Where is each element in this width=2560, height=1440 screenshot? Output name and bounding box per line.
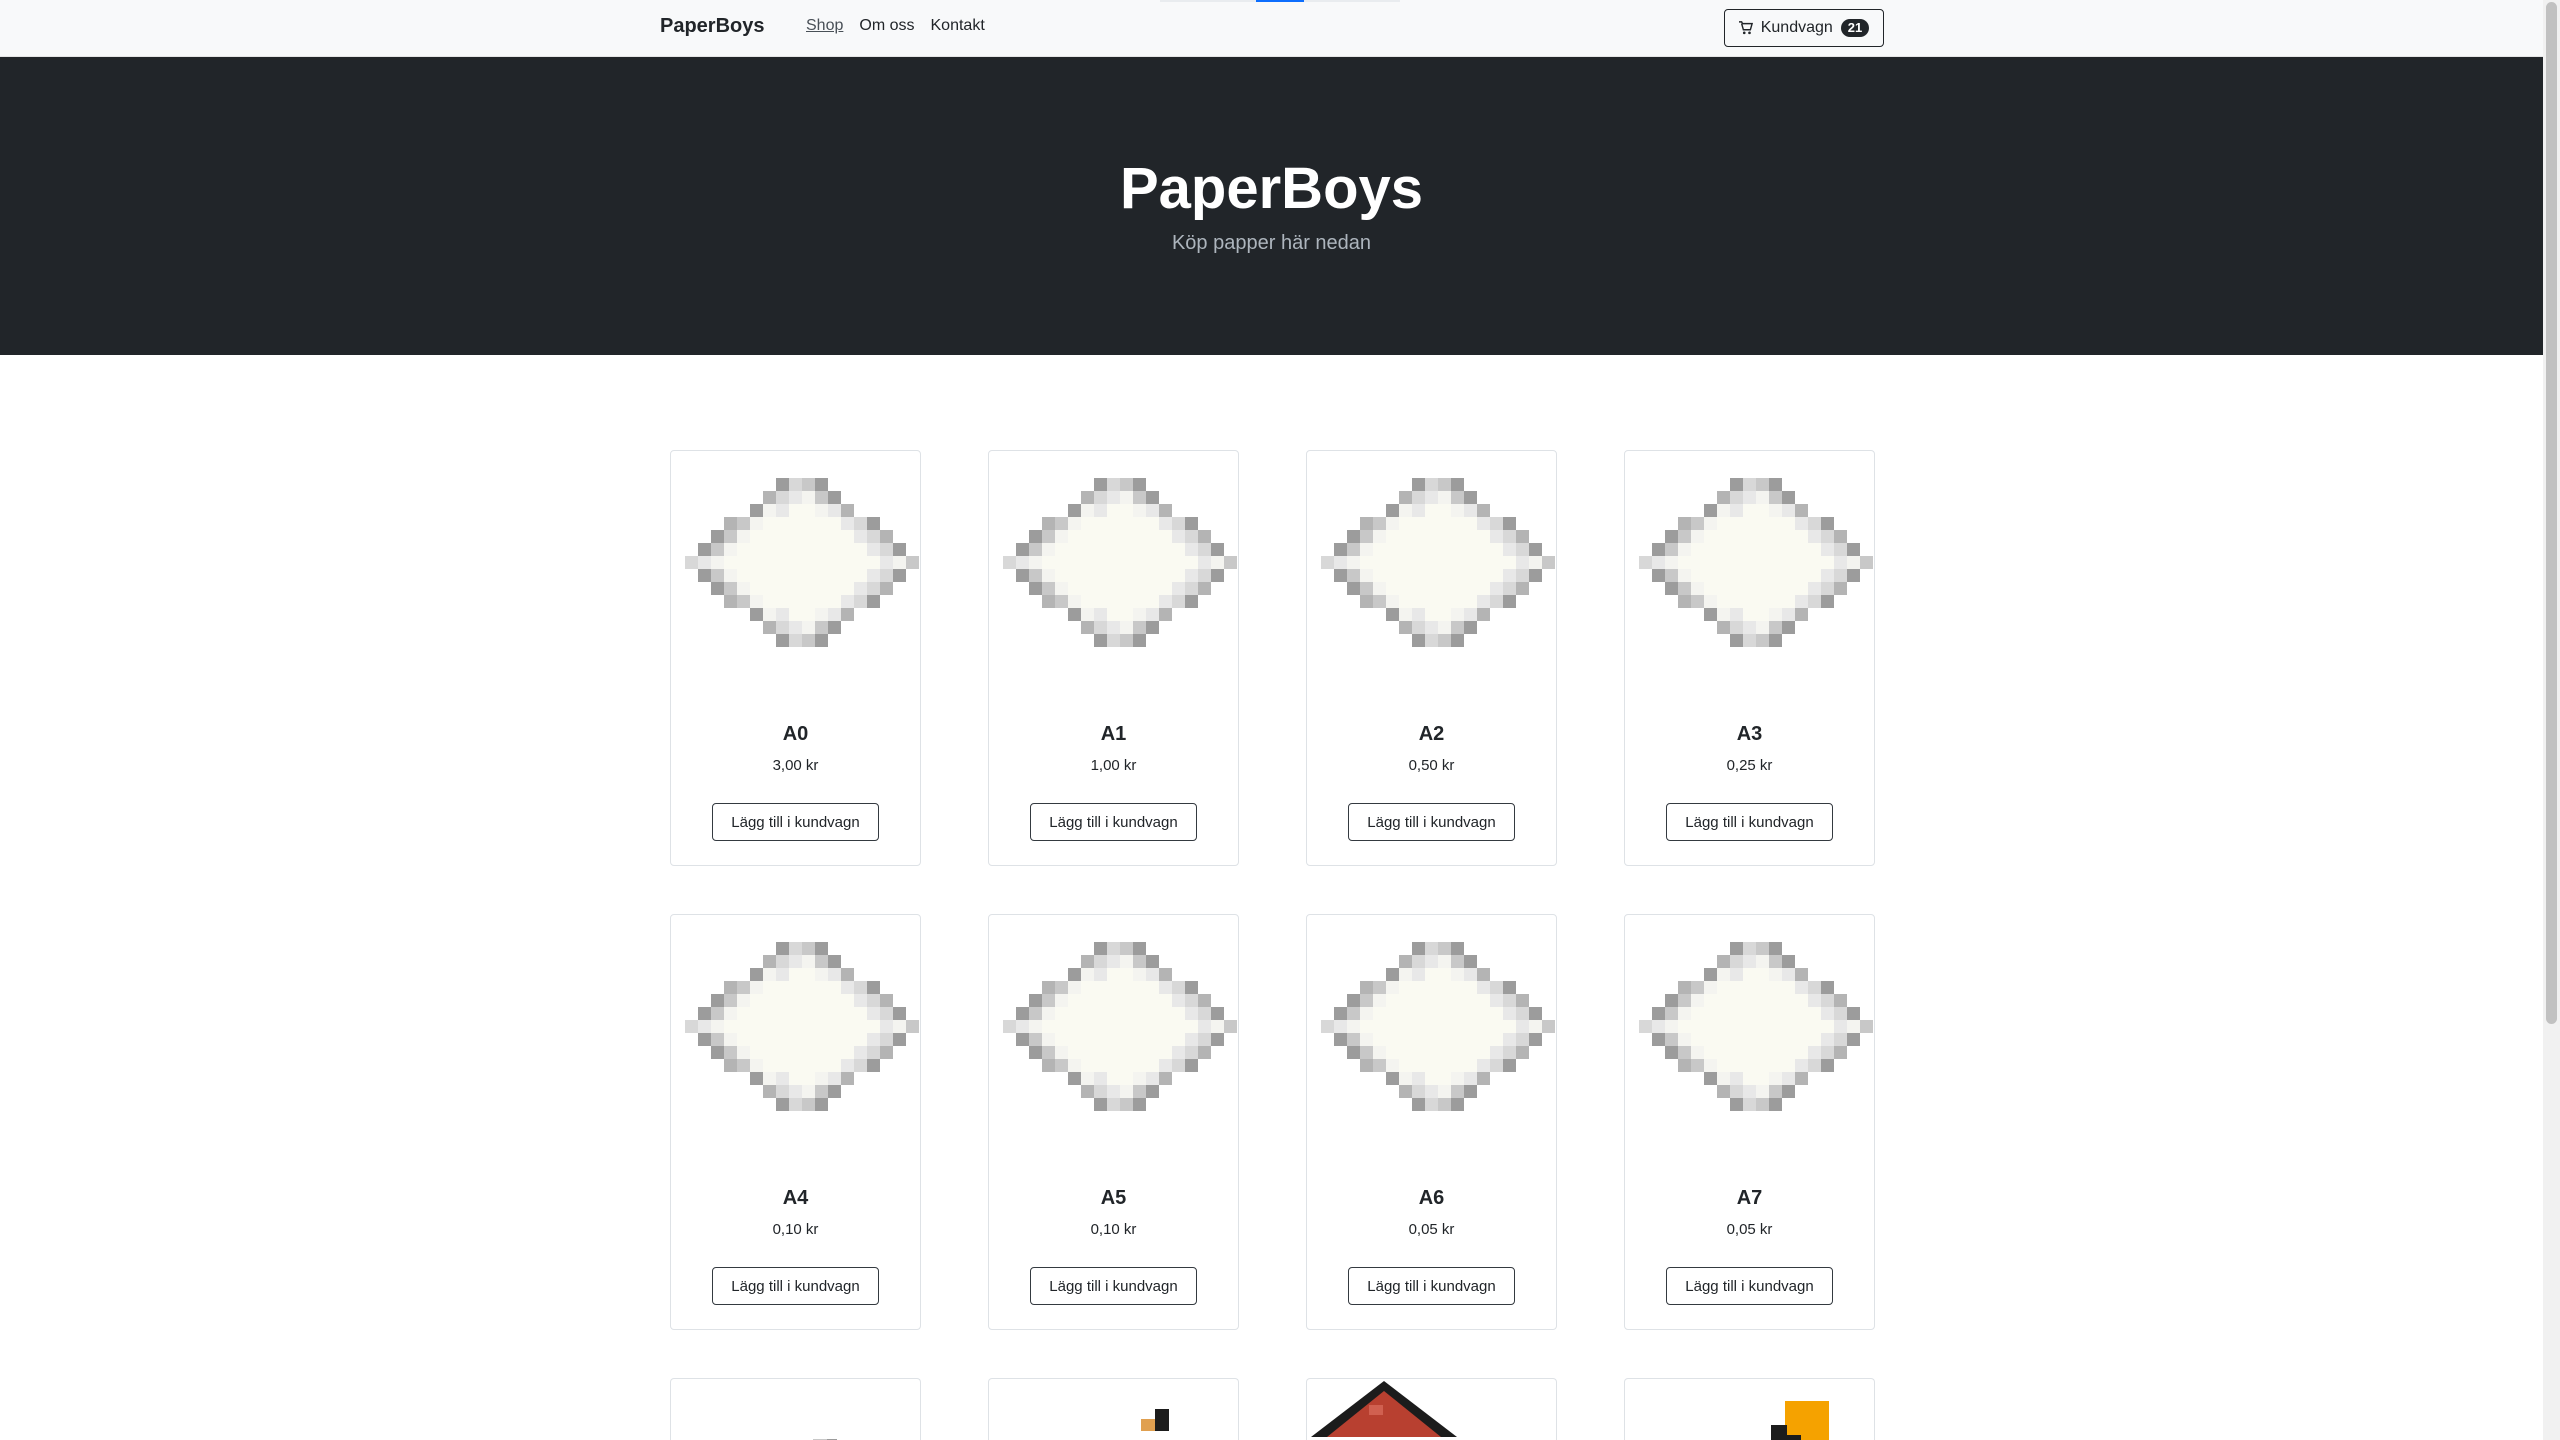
product-card: A3 0,25 kr Lägg till i kundvagn [1624,450,1875,866]
product-card: A1 1,00 kr Lägg till i kundvagn [988,450,1239,866]
add-to-cart-button[interactable]: Lägg till i kundvagn [1348,803,1515,841]
product-image [685,478,920,670]
product-card: A6 0,05 kr Lägg till i kundvagn [1306,914,1557,1330]
add-to-cart-button[interactable]: Lägg till i kundvagn [712,1267,879,1305]
product-price: 0,10 kr [772,1221,819,1238]
product-name: A0 [782,723,809,745]
hero-title: PaperBoys [1119,156,1424,221]
product-image [1321,478,1556,670]
orange-item-icon [1141,1409,1169,1431]
nav-links: Shop Om oss Kontakt [806,17,985,35]
product-card: A0 3,00 kr Lägg till i kundvagn [670,450,921,866]
paper-icon [813,1439,837,1440]
hero-subtitle: Köp papper här nedan [1171,232,1372,254]
product-price: 1,00 kr [1090,757,1137,774]
product-card: A4 0,10 kr Lägg till i kundvagn [670,914,921,1330]
add-to-cart-button[interactable]: Lägg till i kundvagn [1666,1267,1833,1305]
product-name: A4 [782,1187,809,1209]
product-name: A3 [1736,723,1763,745]
add-to-cart-button[interactable]: Lägg till i kundvagn [1666,803,1833,841]
product-image [793,1403,853,1440]
product-card: A5 0,10 kr Lägg till i kundvagn [988,914,1239,1330]
red-item-icon [1311,1381,1457,1437]
brand-link[interactable]: PaperBoys [660,15,765,38]
paper-icon [1003,478,1237,647]
product-price: 0,05 kr [1726,1221,1773,1238]
cart-button[interactable]: Kundvagn 21 [1724,9,1884,47]
product-image [685,942,920,1134]
add-to-cart-button[interactable]: Lägg till i kundvagn [1030,803,1197,841]
add-to-cart-button[interactable]: Lägg till i kundvagn [1030,1267,1197,1305]
navbar: PaperBoys Shop Om oss Kontakt Kundvagn 2… [0,0,2543,57]
product-image [1639,942,1874,1134]
paper-icon [1321,942,1555,1111]
product-price: 0,10 kr [1090,1221,1137,1238]
gold-item-icon [1771,1401,1829,1440]
nav-link-om-oss[interactable]: Om oss [859,17,914,35]
product-card [988,1378,1239,1440]
product-price: 3,00 kr [772,757,819,774]
paper-icon [1639,478,1873,647]
product-name: A7 [1736,1187,1763,1209]
product-image [1309,1379,1459,1440]
product-image [1003,942,1238,1134]
product-price: 0,50 kr [1408,757,1455,774]
product-image [1129,1391,1189,1436]
paper-icon [1639,942,1873,1111]
add-to-cart-button[interactable]: Lägg till i kundvagn [1348,1267,1515,1305]
cart-count-badge: 21 [1840,19,1870,37]
cart-icon [1738,21,1753,35]
product-image [1321,942,1556,1134]
loading-indicator [1160,0,1400,2]
paper-icon [1321,478,1555,647]
nav-link-shop[interactable]: Shop [806,17,843,35]
product-card: A2 0,50 kr Lägg till i kundvagn [1306,450,1557,866]
paper-icon [685,478,919,647]
paper-icon [1003,942,1237,1111]
product-name: A6 [1418,1187,1445,1209]
product-card [670,1378,921,1440]
product-image [1003,478,1238,670]
product-image [1639,478,1874,670]
product-price: 0,05 kr [1408,1221,1455,1238]
nav-link-kontakt[interactable]: Kontakt [931,17,985,35]
product-name: A1 [1100,723,1127,745]
add-to-cart-button[interactable]: Lägg till i kundvagn [712,803,879,841]
cart-label: Kundvagn [1760,19,1833,36]
product-card [1306,1378,1557,1440]
product-name: A2 [1418,723,1445,745]
scrollbar-thumb[interactable] [2546,2,2557,1024]
product-card [1624,1378,1875,1440]
product-image [1745,1385,1835,1440]
product-card: A7 0,05 kr Lägg till i kundvagn [1624,914,1875,1330]
product-price: 0,25 kr [1726,757,1773,774]
hero-section: PaperBoys Köp papper här nedan [0,57,2543,355]
paper-icon [685,942,919,1111]
product-name: A5 [1100,1187,1127,1209]
